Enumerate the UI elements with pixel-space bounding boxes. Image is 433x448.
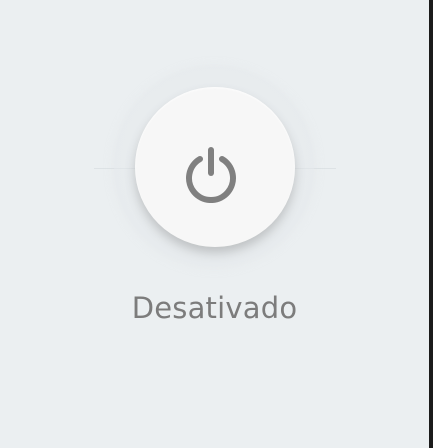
power-icon xyxy=(186,147,236,203)
window-edge xyxy=(429,0,433,448)
status-label: Desativado xyxy=(131,291,298,325)
toggle-panel: Desativado xyxy=(0,0,429,448)
power-toggle-button[interactable] xyxy=(135,87,295,247)
